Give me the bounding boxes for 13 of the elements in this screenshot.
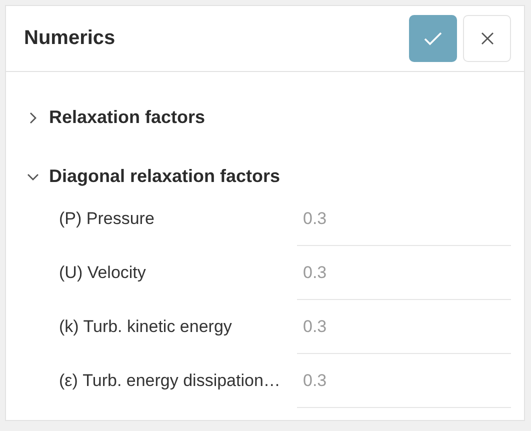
section-header[interactable]: Relaxation factors	[29, 88, 206, 147]
close-icon	[480, 32, 494, 45]
chevron-icon	[27, 172, 39, 180]
close-button[interactable]	[463, 15, 511, 62]
panel-title: Numerics	[24, 27, 116, 50]
field-label: (ε) Turb. energy dissipation…	[59, 370, 282, 392]
field-label: (U) Velocity	[59, 262, 147, 284]
field-label: (k) Turb. kinetic energy	[59, 316, 233, 338]
confirm-button[interactable]	[409, 15, 457, 62]
field-label: (P) Pressure	[59, 208, 156, 230]
chevron-icon	[29, 112, 37, 124]
check-icon	[424, 32, 442, 46]
section-header[interactable]: Diagonal relaxation factors	[29, 147, 280, 206]
